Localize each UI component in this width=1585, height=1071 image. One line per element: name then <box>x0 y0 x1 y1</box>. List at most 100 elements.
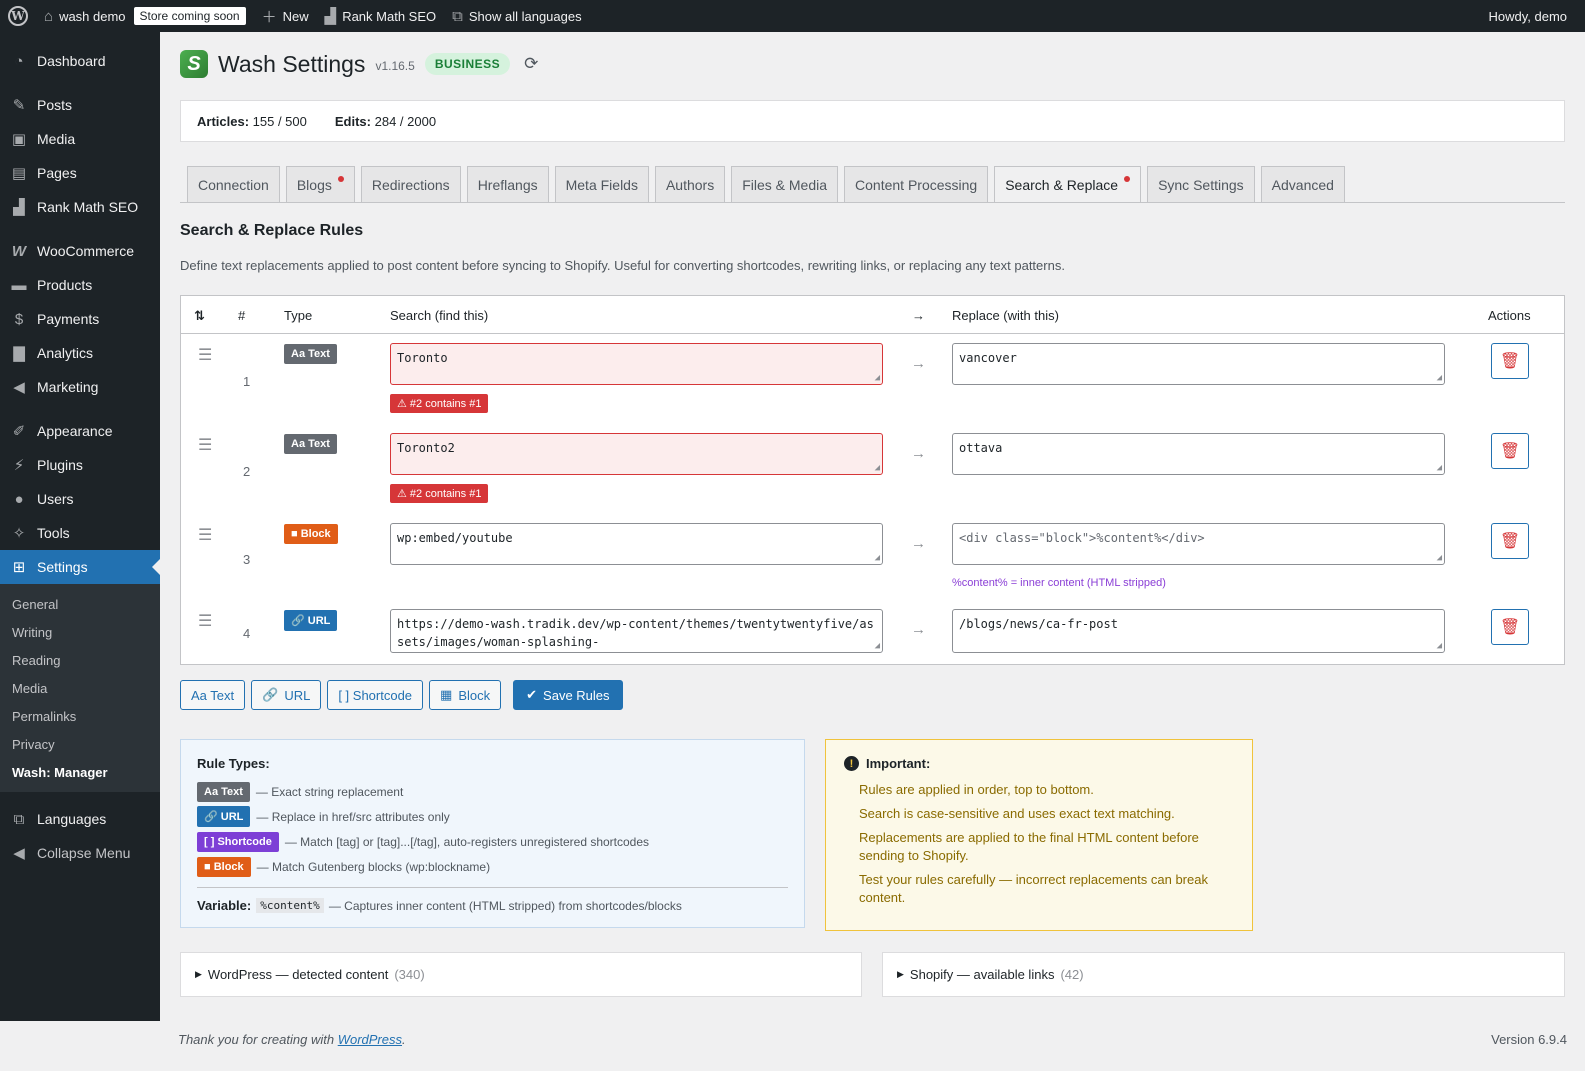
new-content-link[interactable]: ＋ New <box>254 0 317 32</box>
rules-table: ⇅ # Type Search (find this) → Replace (w… <box>180 295 1565 665</box>
pages-icon: ▤ <box>11 165 27 182</box>
collapse-menu-button[interactable]: ◀ Collapse Menu <box>0 836 160 870</box>
tab-advanced[interactable]: Advanced <box>1260 166 1345 202</box>
submenu-wash-manager[interactable]: Wash: Manager <box>0 758 160 786</box>
wordpress-link[interactable]: WordPress <box>338 1032 402 1047</box>
translate-icon: ⧉ <box>452 7 463 25</box>
submenu-privacy[interactable]: Privacy <box>0 730 160 758</box>
sidebar-item-tools[interactable]: ✧ Tools <box>0 516 160 550</box>
delete-rule-button[interactable]: 🗑 <box>1491 523 1529 559</box>
add-shortcode-rule-button[interactable]: [ ] Shortcode <box>327 680 424 710</box>
store-coming-soon-badge[interactable]: Store coming soon <box>133 7 246 25</box>
footer-version: Version 6.9.4 <box>1491 1032 1567 1047</box>
important-item: Test your rules carefully — incorrect re… <box>859 872 1208 905</box>
tab-sync-settings[interactable]: Sync Settings <box>1147 166 1255 202</box>
sidebar-item-settings[interactable]: ⊞ Settings <box>0 550 160 584</box>
sidebar-item-plugins[interactable]: ⚡ Plugins <box>0 448 160 482</box>
trash-icon: 🗑 <box>1499 353 1521 370</box>
section-description: Define text replacements applied to post… <box>180 258 1065 273</box>
trash-icon: 🗑 <box>1499 443 1521 460</box>
admin-bar: W ⌂ wash demo Store coming soon ＋ New ▟ … <box>0 0 1585 32</box>
delete-rule-button[interactable]: 🗑 <box>1491 433 1529 469</box>
submenu-general[interactable]: General <box>0 590 160 618</box>
sidebar-item-pages[interactable]: ▤ Pages <box>0 156 160 190</box>
important-item: Replacements are applied to the final HT… <box>859 830 1199 863</box>
user-icon: ● <box>14 490 24 508</box>
tab-redirections[interactable]: Redirections <box>360 166 461 202</box>
drag-handle-icon[interactable]: ☰ <box>198 611 212 631</box>
dashboard-icon: ◔ <box>14 52 24 70</box>
rankmath-link[interactable]: ▟ Rank Math SEO <box>317 0 444 32</box>
site-name-link[interactable]: ⌂ wash demo Store coming soon <box>36 0 254 32</box>
settings-tabs: Connection Blogs Redirections Hreflangs … <box>187 166 1345 203</box>
tab-connection[interactable]: Connection <box>187 166 280 202</box>
important-item: Search is case-sensitive and uses exact … <box>859 806 1175 821</box>
important-notice: ! Important: Rules are applied in order,… <box>825 739 1253 931</box>
wordpress-logo-icon[interactable]: W <box>0 0 36 32</box>
rule-types-title: Rule Types: <box>197 756 270 771</box>
tab-files-media[interactable]: Files & Media <box>731 166 839 202</box>
arrow-icon: → <box>911 355 926 372</box>
sidebar-item-rank-math[interactable]: ▟ Rank Math SEO <box>0 190 160 224</box>
tab-content-processing[interactable]: Content Processing <box>844 166 989 202</box>
submenu-writing[interactable]: Writing <box>0 618 160 646</box>
tab-authors[interactable]: Authors <box>654 166 726 202</box>
search-input[interactable]: Toronto2 ◢ <box>390 433 883 475</box>
wordpress-detected-content-toggle[interactable]: ▶ WordPress — detected content (340) <box>180 952 862 997</box>
drag-handle-icon[interactable]: ☰ <box>198 525 212 545</box>
submenu-reading[interactable]: Reading <box>0 646 160 674</box>
sidebar-item-payments[interactable]: $ Payments <box>0 302 160 336</box>
delete-rule-button[interactable]: 🗑 <box>1491 609 1529 645</box>
drag-handle-icon[interactable]: ☰ <box>198 345 212 365</box>
tab-hreflangs[interactable]: Hreflangs <box>466 166 549 202</box>
sidebar-item-woocommerce[interactable]: W WooCommerce <box>0 234 160 268</box>
search-input[interactable]: https://demo-wash.tradik.dev/wp-content/… <box>390 609 883 653</box>
sidebar-item-posts[interactable]: ✎ Posts <box>0 88 160 122</box>
save-rules-button[interactable]: ✔ Save Rules <box>513 680 623 710</box>
delete-rule-button[interactable]: 🗑 <box>1491 343 1529 379</box>
rule-type-item: Aa Text — Exact string replacement <box>197 779 788 804</box>
resize-grip-icon: ◢ <box>874 463 880 473</box>
add-text-rule-button[interactable]: Aa Text <box>180 680 246 710</box>
sidebar-item-languages[interactable]: ⧉ Languages <box>0 802 160 836</box>
checkmark-icon: ✔ <box>526 687 538 702</box>
sidebar-item-marketing[interactable]: ◀ Marketing <box>0 370 160 404</box>
submenu-media[interactable]: Media <box>0 674 160 702</box>
type-badge-url: 🔗 URL <box>197 806 251 827</box>
add-block-rule-button[interactable]: ▦ Block <box>429 680 502 710</box>
replace-input[interactable]: ottava ◢ <box>952 433 1445 475</box>
sidebar-item-analytics[interactable]: ▇ Analytics <box>0 336 160 370</box>
plug-icon: ⚡ <box>13 457 25 474</box>
resize-grip-icon: ◢ <box>1436 463 1442 473</box>
show-all-languages-link[interactable]: ⧉ Show all languages <box>444 0 589 32</box>
variable-info: Variable: %content% — Captures inner con… <box>197 898 682 913</box>
table-header: ⇅ # Type Search (find this) → Replace (w… <box>181 296 1564 334</box>
sidebar-item-media[interactable]: ▣ Media <box>0 122 160 156</box>
replace-input[interactable]: vancover ◢ <box>952 343 1445 385</box>
sidebar-item-dashboard[interactable]: ◔ Dashboard <box>0 44 160 78</box>
search-input[interactable]: Toronto ◢ <box>390 343 883 385</box>
shopify-available-links-toggle[interactable]: ▶ Shopify — available links (42) <box>882 952 1565 997</box>
trash-icon: 🗑 <box>1499 533 1521 550</box>
sidebar-item-users[interactable]: ● Users <box>0 482 160 516</box>
submenu-permalinks[interactable]: Permalinks <box>0 702 160 730</box>
tab-search-replace[interactable]: Search & Replace <box>994 166 1142 203</box>
replace-column-header: Replace (with this) <box>952 308 1059 323</box>
refresh-icon[interactable]: ⟳ <box>524 54 538 74</box>
search-input[interactable]: wp:embed/youtube ◢ <box>390 523 883 565</box>
rule-type-item: 🔗 URL — Replace in href/src attributes o… <box>197 804 788 829</box>
section-title: Search & Replace Rules <box>180 222 364 239</box>
drag-handle-icon[interactable]: ☰ <box>198 435 212 455</box>
plus-icon: ＋ <box>261 8 277 26</box>
sidebar-item-appearance[interactable]: ✐ Appearance <box>0 414 160 448</box>
howdy-user-menu[interactable]: Howdy, demo <box>1480 0 1585 32</box>
collapse-icon: ◀ <box>13 845 25 862</box>
replace-input[interactable]: <div class="block">%content%</div> ◢ <box>952 523 1445 565</box>
replace-input[interactable]: /blogs/news/ca-fr-post ◢ <box>952 609 1445 653</box>
tab-blogs[interactable]: Blogs <box>285 166 355 202</box>
add-url-rule-button[interactable]: 🔗 URL <box>251 680 322 710</box>
tab-meta-fields[interactable]: Meta Fields <box>554 166 649 202</box>
sidebar-item-products[interactable]: ▬ Products <box>0 268 160 302</box>
tabs-divider <box>180 202 1565 203</box>
translate-icon: ⧉ <box>13 810 25 828</box>
